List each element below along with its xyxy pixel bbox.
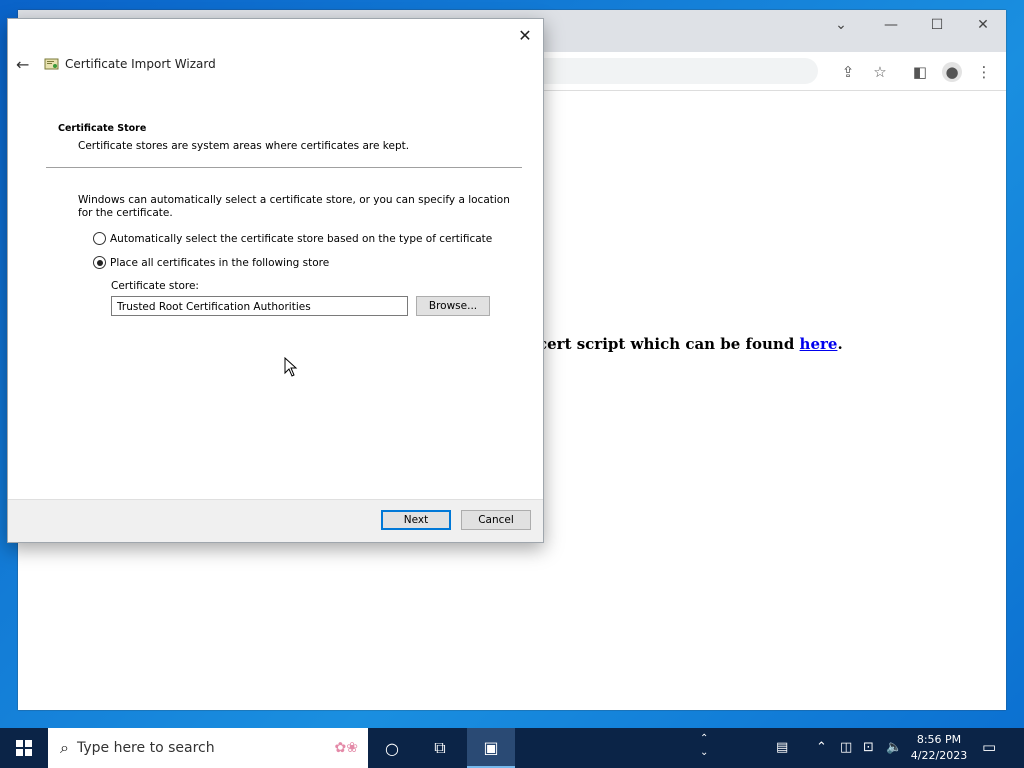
certificate-import-wizard-dialog: ✕ ← Certificate Import Wizard Certificat… xyxy=(7,18,544,543)
address-bar[interactable] xyxy=(518,58,818,84)
back-arrow-icon[interactable]: ← xyxy=(16,55,29,74)
radio-auto-select[interactable]: Automatically select the certificate sto… xyxy=(93,232,492,245)
tab-search-icon[interactable]: ⌄ xyxy=(818,10,864,40)
task-view-icon[interactable]: ⧉ xyxy=(416,728,464,768)
taskbar-search-box[interactable]: ⌕ Type here to search ✿❀ xyxy=(48,728,368,768)
section-title: Certificate Store xyxy=(58,123,147,134)
browse-button[interactable]: Browse... xyxy=(416,296,490,316)
radio-place-all[interactable]: Place all certificates in the following … xyxy=(93,256,329,269)
close-window-button[interactable]: ✕ xyxy=(960,10,1006,40)
cortana-icon[interactable]: ○ xyxy=(368,728,416,768)
info-text: Windows can automatically select a certi… xyxy=(78,194,510,219)
clock-date: 4/22/2023 xyxy=(910,749,968,762)
certificate-wizard-taskbar-icon[interactable]: ▣ xyxy=(467,728,515,768)
volume-icon[interactable]: 🔈 xyxy=(886,740,902,755)
search-highlight-image-icon: ✿❀ xyxy=(334,740,358,756)
radio-label: Automatically select the certificate sto… xyxy=(110,232,493,245)
show-hidden-icons-icon[interactable]: ⌃ xyxy=(816,740,827,755)
maximize-button[interactable]: ☐ xyxy=(914,10,960,40)
certificate-icon xyxy=(44,58,59,70)
taskbar: ⌕ Type here to search ✿❀ ○ ⧉ ▣ ⌃ ⌄ ▤ ⌃ ◫ … xyxy=(0,728,1024,768)
clock-time: 8:56 PM xyxy=(916,733,962,746)
radio-label: Place all certificates in the following … xyxy=(110,256,330,269)
news-widget-icon[interactable]: ▤ xyxy=(776,740,788,755)
cancel-button[interactable]: Cancel xyxy=(461,510,531,530)
dialog-close-icon[interactable]: ✕ xyxy=(513,25,537,45)
mouse-cursor-icon xyxy=(284,357,298,377)
clock[interactable]: 8:56 PM 4/22/2023 xyxy=(905,732,973,764)
taskbar-scroll-icon[interactable]: ⌃ ⌄ xyxy=(700,732,708,760)
page-text-end: . xyxy=(837,335,843,353)
bookmark-star-icon[interactable]: ☆ xyxy=(870,62,890,82)
meet-now-icon[interactable]: ◫ xyxy=(840,740,852,755)
minimize-button[interactable]: — xyxy=(868,10,914,40)
profile-icon[interactable]: ● xyxy=(942,62,962,82)
certificate-store-field[interactable]: Trusted Root Certification Authorities xyxy=(111,296,408,316)
windows-logo-icon xyxy=(16,740,32,756)
section-description: Certificate stores are system areas wher… xyxy=(78,140,410,152)
next-button[interactable]: Next xyxy=(381,510,451,530)
search-placeholder: Type here to search xyxy=(76,740,215,756)
side-panel-icon[interactable]: ◧ xyxy=(910,62,930,82)
start-button[interactable] xyxy=(0,728,48,768)
dialog-footer: Next Cancel xyxy=(8,499,543,542)
radio-button[interactable] xyxy=(93,232,106,245)
notifications-icon[interactable]: ▭ xyxy=(982,738,996,756)
dialog-title: Certificate Import Wizard xyxy=(65,57,216,71)
network-icon[interactable]: ⊡ xyxy=(863,740,874,755)
page-text: cert script which can be found xyxy=(538,335,800,353)
page-body-text: cert script which can be found here. xyxy=(538,335,843,353)
radio-button-selected[interactable] xyxy=(93,256,106,269)
certificate-store-label: Certificate store: xyxy=(111,280,199,292)
share-icon[interactable]: ⇪ xyxy=(838,62,858,82)
menu-icon[interactable]: ⋮ xyxy=(974,62,994,82)
search-icon: ⌕ xyxy=(60,738,69,757)
here-link[interactable]: here xyxy=(800,335,838,353)
divider xyxy=(46,167,522,168)
